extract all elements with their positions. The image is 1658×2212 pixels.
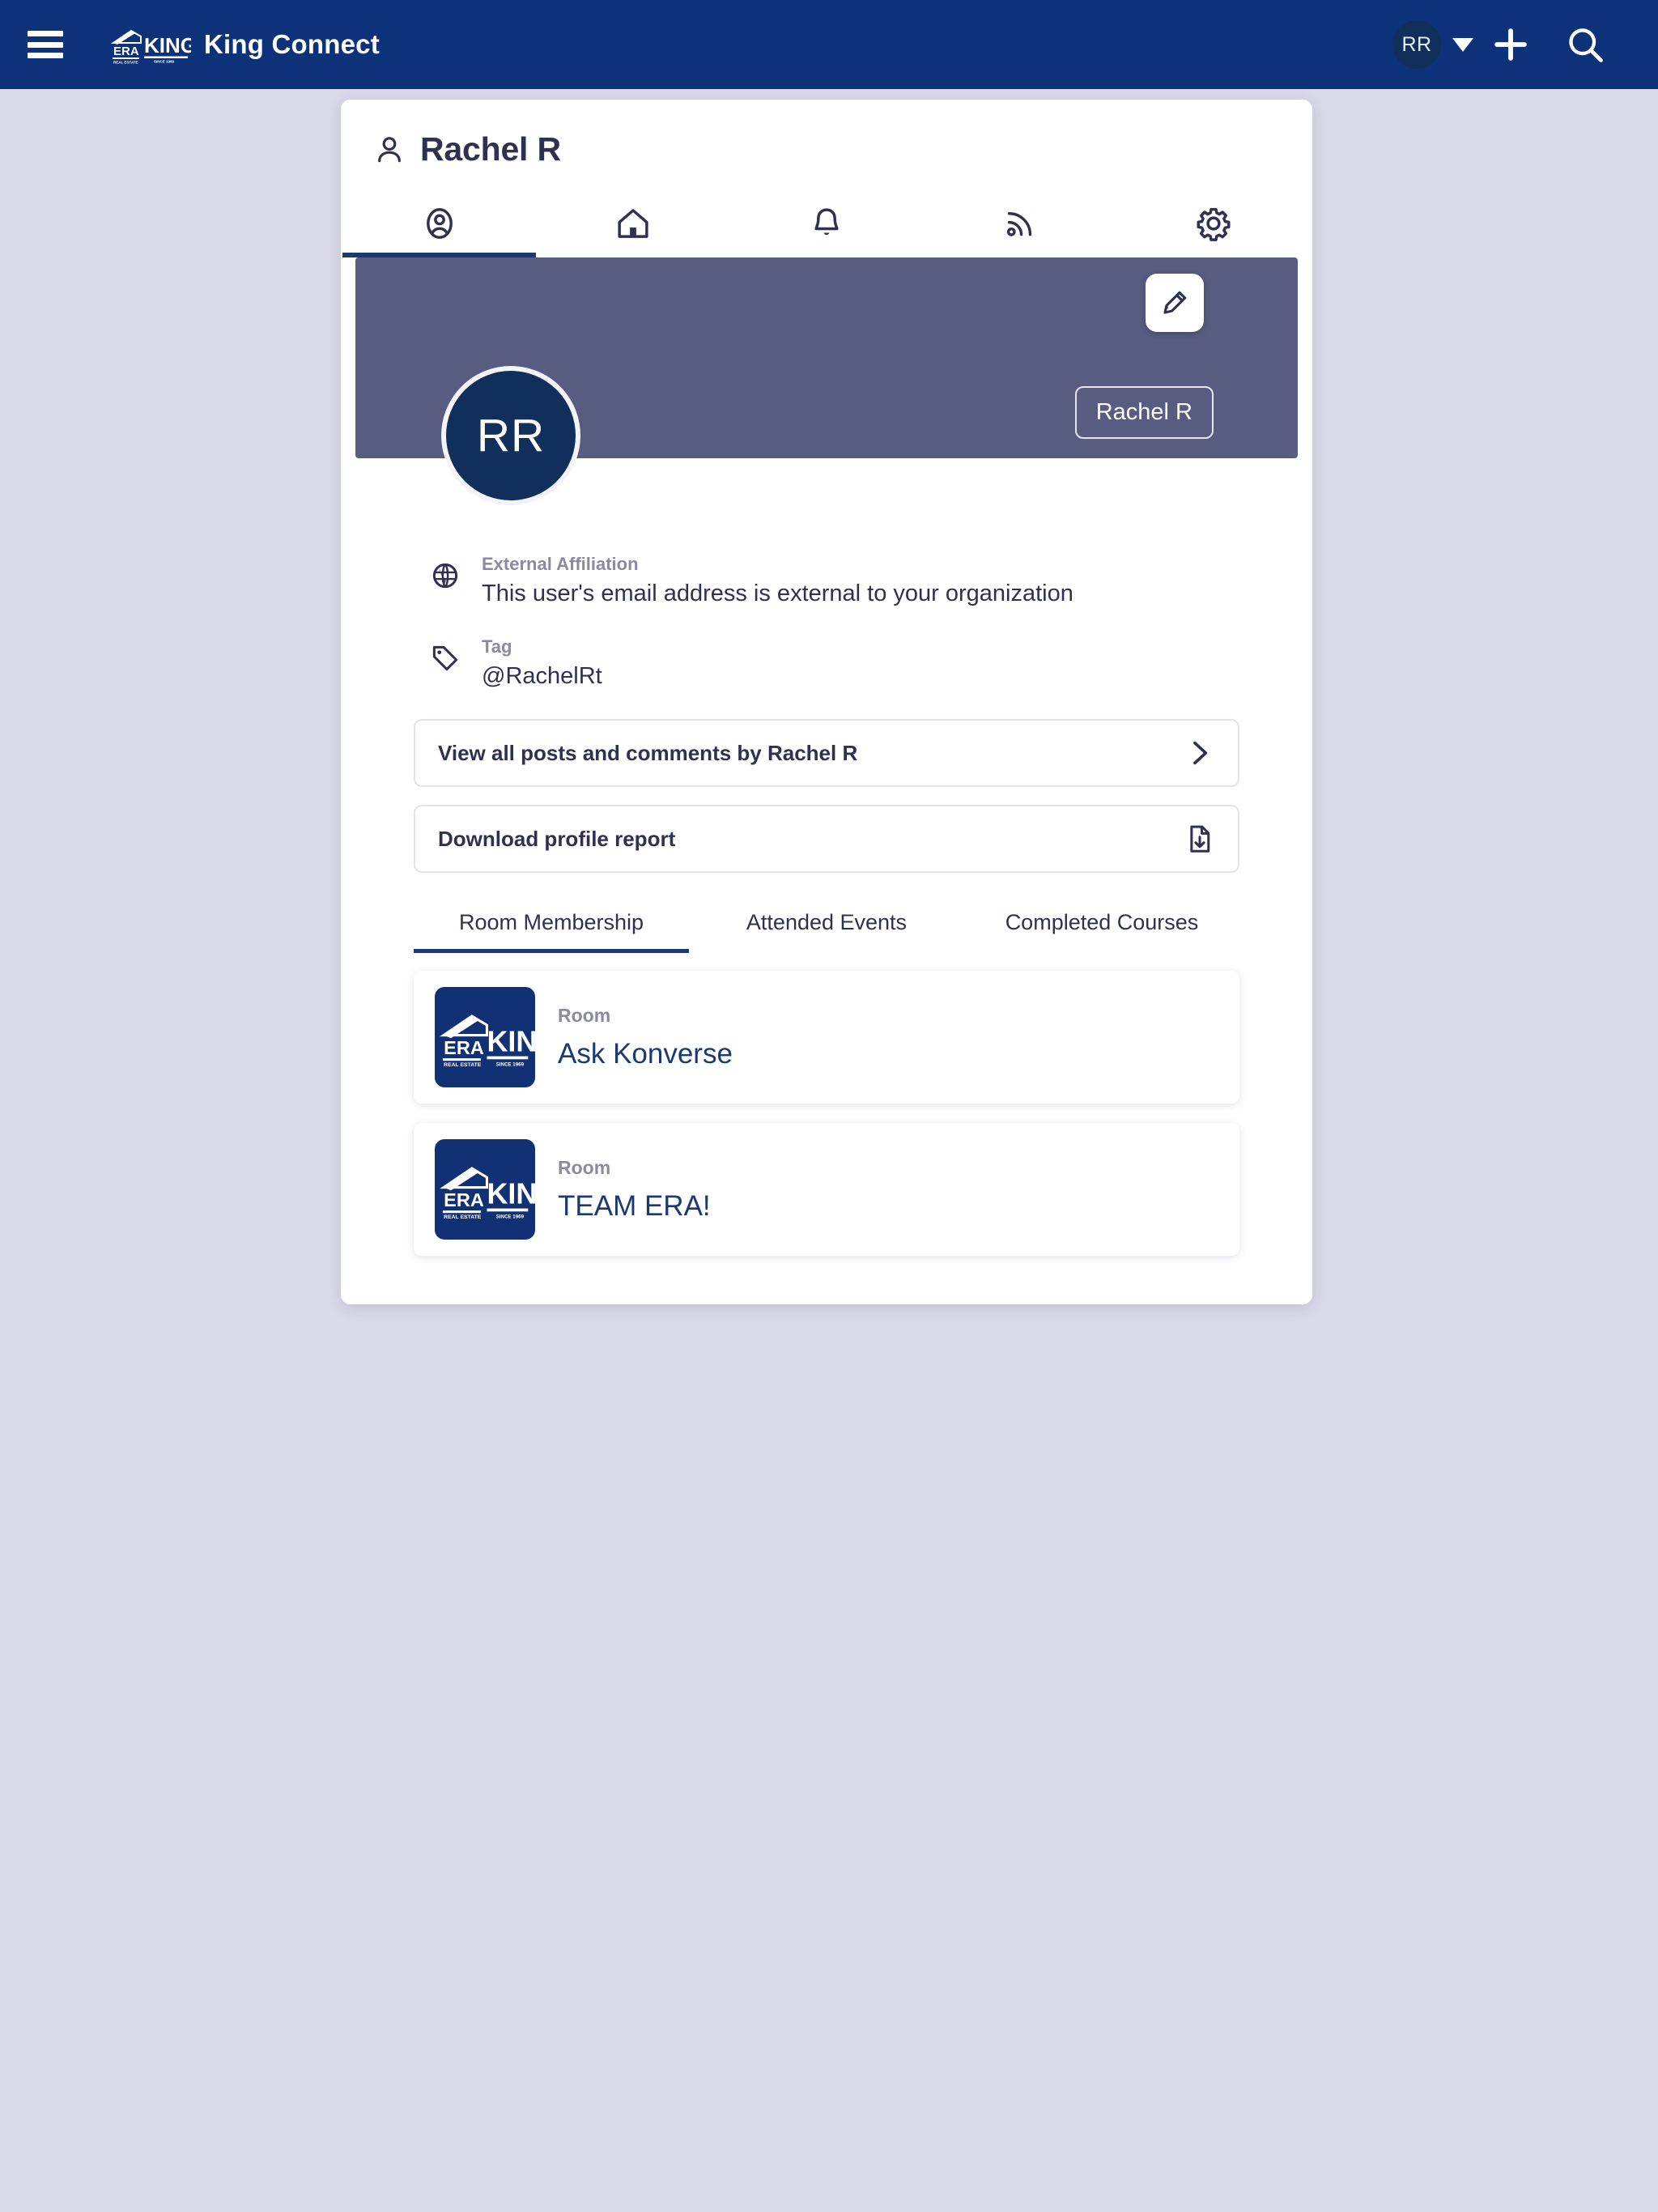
profile-icon-nav (341, 194, 1312, 257)
home-icon (618, 209, 648, 238)
tab-settings[interactable] (1117, 194, 1311, 257)
app-bar: ERA REAL ESTATE KING SINCE 1969 King Con… (0, 0, 1658, 89)
svg-text:ERA: ERA (444, 1037, 484, 1058)
profile-avatar[interactable]: RR (441, 366, 580, 505)
download-report-button[interactable]: Download profile report (414, 805, 1239, 873)
pencil-icon (1163, 291, 1187, 314)
add-button[interactable] (1473, 7, 1548, 82)
room-kind: Room (558, 1004, 611, 1026)
bell-icon (814, 208, 839, 236)
tab-notifications[interactable] (729, 194, 923, 257)
tab-feed[interactable] (924, 194, 1117, 257)
view-posts-label: View all posts and comments by Rachel R (438, 740, 858, 765)
page-title: Rachel R (341, 100, 1312, 168)
chevron-right-icon (1183, 737, 1215, 769)
svg-text:SINCE 1969: SINCE 1969 (496, 1214, 525, 1220)
profile-banner: Rachel R RR (355, 257, 1298, 505)
room-membership-list: ERA REAL ESTATE KING SINCE 1969 Room Ask… (414, 971, 1239, 1257)
download-report-label: Download profile report (438, 826, 676, 851)
list-item[interactable]: ERA REAL ESTATE KING SINCE 1969 Room Ask… (414, 971, 1239, 1104)
svg-text:REAL ESTATE: REAL ESTATE (444, 1214, 482, 1220)
svg-text:KING: KING (144, 33, 191, 57)
svg-text:SINCE 1969: SINCE 1969 (154, 60, 175, 64)
svg-text:REAL ESTATE: REAL ESTATE (113, 61, 138, 65)
room-meta: Room Ask Konverse (558, 1005, 733, 1070)
era-king-logo: ERA REAL ESTATE KING SINCE 1969 (435, 987, 535, 1088)
room-kind: Room (558, 1156, 611, 1178)
era-king-logo: ERA REAL ESTATE KING SINCE 1969 (435, 1139, 535, 1240)
rss-icon (1007, 212, 1032, 236)
tag-icon (430, 636, 461, 678)
profile-content-tabs: Room Membership Attended Events Complete… (414, 899, 1239, 954)
detail-external-affiliation: External Affiliation This user's email a… (341, 554, 1312, 607)
person-icon (378, 136, 401, 162)
era-king-logo: ERA REAL ESTATE KING SINCE 1969 (110, 24, 197, 65)
room-name: Ask Konverse (558, 1037, 733, 1070)
list-item[interactable]: ERA REAL ESTATE KING SINCE 1969 Room TEA… (414, 1123, 1239, 1257)
gear-icon (1197, 207, 1231, 241)
profile-details: External Affiliation This user's email a… (341, 554, 1312, 690)
detail-value: This user's email address is external to… (482, 581, 1073, 606)
svg-text:KING: KING (487, 1177, 535, 1210)
detail-label: Tag (482, 636, 512, 657)
account-menu[interactable]: RR (1392, 20, 1473, 69)
tab-completed-courses[interactable]: Completed Courses (964, 899, 1239, 953)
plus-icon (1494, 28, 1527, 61)
chevron-down-icon (1452, 37, 1473, 52)
view-posts-button[interactable]: View all posts and comments by Rachel R (414, 719, 1239, 787)
app-title: King Connect (204, 29, 380, 59)
detail-label: External Affiliation (482, 554, 639, 574)
tab-room-membership[interactable]: Room Membership (414, 899, 689, 954)
app-bar-actions: RR (1392, 7, 1622, 82)
svg-text:REAL ESTATE: REAL ESTATE (444, 1062, 482, 1068)
profile-card: Rachel R Rachel R RR External Affiliatio… (341, 100, 1312, 1305)
svg-text:KING: KING (487, 1025, 535, 1058)
globe-icon (430, 554, 461, 595)
room-meta: Room TEAM ERA! (558, 1157, 711, 1223)
detail-tag: Tag @RachelRt (341, 636, 1312, 690)
tab-attended-events[interactable]: Attended Events (689, 899, 964, 953)
tab-home[interactable] (536, 194, 729, 257)
room-name: TEAM ERA! (558, 1189, 711, 1222)
avatar: RR (1392, 20, 1441, 69)
banner-name-chip[interactable]: Rachel R (1074, 386, 1214, 439)
svg-text:SINCE 1969: SINCE 1969 (496, 1062, 525, 1068)
profile-name-heading: Rachel R (420, 130, 561, 168)
search-icon (1569, 28, 1603, 62)
search-button[interactable] (1548, 7, 1622, 82)
svg-text:ERA: ERA (444, 1189, 484, 1210)
edit-banner-button[interactable] (1146, 274, 1204, 332)
svg-text:ERA: ERA (113, 45, 139, 58)
tab-profile[interactable] (342, 194, 537, 257)
detail-value: @RachelRt (482, 663, 602, 689)
profile-circle-icon (426, 208, 453, 239)
hamburger-icon[interactable] (28, 31, 63, 58)
file-download-icon (1184, 823, 1215, 854)
